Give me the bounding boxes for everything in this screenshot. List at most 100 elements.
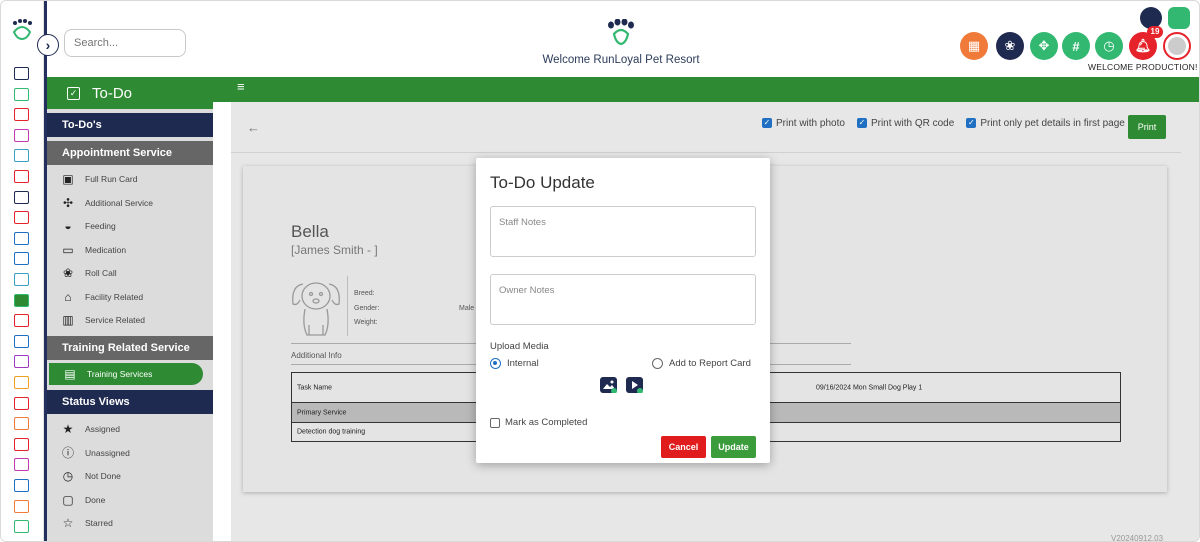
- section-appointment-service[interactable]: Appointment Service: [47, 141, 213, 165]
- monitor-icon[interactable]: [14, 87, 29, 101]
- sidebar-item-done[interactable]: ▢ Done: [61, 491, 105, 509]
- sidebar-item-unassigned[interactable]: ⓘ Unassigned: [61, 444, 130, 462]
- today-icon[interactable]: [14, 190, 29, 204]
- calendar-icon: ▦: [967, 38, 981, 53]
- weight-label: Weight:: [354, 319, 378, 326]
- paw-button[interactable]: ❀: [996, 32, 1024, 60]
- internal-label: Internal: [507, 358, 539, 369]
- sidebar-item-service-related[interactable]: ▥ Service Related: [61, 311, 145, 329]
- store-icon[interactable]: [14, 170, 29, 183]
- sidebar-item-label: Not Done: [85, 471, 121, 481]
- checkbox-icon: ✓: [67, 86, 80, 100]
- expand-button[interactable]: ✥: [1030, 32, 1058, 60]
- section-todos[interactable]: To-Do's: [47, 113, 213, 137]
- sidebar-item-starred[interactable]: ☆ Starred: [61, 514, 113, 532]
- calendar-button[interactable]: ▦: [960, 32, 988, 60]
- task-row-name: Detection dog training: [297, 428, 366, 436]
- sidebar-item-label: Unassigned: [85, 447, 130, 458]
- star-icon: ★: [62, 422, 74, 436]
- divider: [231, 152, 1181, 153]
- sidebar-item-label: Facility Related: [85, 291, 144, 302]
- print-options: ✓ Print with photo ✓ Print with QR code ✓ P…: [762, 118, 1125, 129]
- calendar-icon[interactable]: [14, 108, 29, 122]
- sidebar-item-assigned[interactable]: ★ Assigned: [61, 420, 120, 438]
- check-icon[interactable]: [14, 396, 29, 410]
- clock-icon: ◷: [62, 469, 74, 483]
- card-icon: ▣: [62, 172, 74, 186]
- sidebar-item-training-services[interactable]: ▤ Training Services: [49, 363, 203, 385]
- clock-button[interactable]: ◷: [1095, 32, 1123, 60]
- checkbox-checked-icon: ✓: [856, 118, 867, 129]
- notification-badge: 19: [1147, 26, 1163, 38]
- sidebar-item-feeding[interactable]: ◒ Feeding: [61, 217, 115, 235]
- collapse-toggle-button[interactable]: ›: [37, 34, 59, 56]
- grid-icon[interactable]: [14, 273, 29, 286]
- sidebar-item-facility-related[interactable]: ⌂ Facility Related: [61, 288, 143, 306]
- sidebar-item-label: Medication: [85, 244, 127, 255]
- mark-completed-checkbox[interactable]: Mark as Completed: [490, 417, 587, 428]
- sidebar-item-not-done[interactable]: ◷ Not Done: [61, 467, 121, 485]
- update-button[interactable]: Update: [711, 436, 756, 458]
- barcode-icon: ▥: [62, 313, 74, 327]
- add-to-report-label: Add to Report Card: [669, 358, 751, 369]
- runloyal-logo-icon[interactable]: [10, 19, 34, 41]
- clock-icon: ◷: [1103, 38, 1115, 53]
- search-input[interactable]: [64, 29, 186, 57]
- sidebar-title-bar: ✓ To-Do: [47, 77, 213, 109]
- gender-value: Male: [459, 305, 475, 312]
- user-icon[interactable]: [14, 417, 29, 431]
- print-first-page-option[interactable]: ✓ Print only pet details in first page: [966, 118, 1125, 129]
- print-button[interactable]: Print: [1128, 115, 1166, 139]
- sidebar-item-full-run-card[interactable]: ▣ Full Run Card: [61, 170, 137, 188]
- sidebar-item-additional-service[interactable]: ✣ Additional Service: [61, 194, 153, 212]
- upload-video-icon[interactable]: [626, 377, 643, 394]
- page-header-bar: ≡: [47, 77, 1199, 102]
- calendar-icon[interactable]: [14, 231, 29, 245]
- hamburger-menu-icon[interactable]: ≡: [237, 79, 245, 94]
- task-name-header: Task Name: [297, 384, 333, 391]
- chart-icon[interactable]: [14, 520, 29, 534]
- schedule-icon[interactable]: [14, 252, 29, 266]
- sidebar-item-label: Training Services: [87, 369, 153, 379]
- upload-image-icon[interactable]: [600, 377, 617, 394]
- back-arrow-icon[interactable]: ←: [247, 120, 260, 135]
- dog-walk-icon[interactable]: [14, 128, 29, 142]
- chat-app-icon[interactable]: [1168, 7, 1190, 29]
- sidebar-item-label: Full Run Card: [85, 174, 138, 184]
- print-with-qr-label: Print with QR code: [870, 118, 955, 129]
- report-icon[interactable]: [14, 314, 29, 328]
- home-icon[interactable]: [14, 67, 29, 80]
- task-date: 09/16/2024 Mon Small Dog Play 1: [816, 384, 923, 391]
- staff-notes-field[interactable]: [490, 206, 756, 257]
- sidebar-item-roll-call[interactable]: ❀ Roll Call: [61, 264, 117, 282]
- cancel-button[interactable]: Cancel: [661, 436, 706, 458]
- medicine-icon: ▭: [62, 242, 74, 257]
- todo-icon[interactable]: [14, 293, 29, 307]
- section-training-service[interactable]: Training Related Service: [47, 336, 213, 360]
- paw-icon[interactable]: [14, 376, 29, 389]
- profile-avatar-button[interactable]: [1163, 32, 1191, 60]
- internal-radio[interactable]: Internal: [490, 358, 539, 369]
- owner-notes-field[interactable]: [490, 274, 756, 325]
- print-with-photo-option[interactable]: ✓ Print with photo: [762, 118, 845, 129]
- modal-title: To-Do Update: [490, 173, 595, 192]
- print-with-qr-option[interactable]: ✓ Print with QR code: [856, 118, 955, 129]
- checkbox-checked-icon: ✓: [762, 118, 772, 129]
- radio-selected-icon: [490, 358, 501, 369]
- avatar-icon: [1168, 37, 1186, 55]
- thumbs-up-icon[interactable]: [14, 479, 29, 492]
- cart-icon[interactable]: [14, 334, 29, 348]
- star-outline-icon: ☆: [62, 516, 74, 530]
- sidebar-item-medication[interactable]: ▭ Medication: [61, 241, 126, 259]
- rocket-icon[interactable]: [14, 499, 29, 513]
- version-label: V20240912.03: [1111, 534, 1164, 542]
- calendar-icon: ▢: [62, 492, 74, 507]
- alert-icon[interactable]: [14, 211, 29, 225]
- section-status-views[interactable]: Status Views: [47, 390, 213, 414]
- image-icon[interactable]: [14, 458, 29, 472]
- group-icon[interactable]: [14, 149, 29, 163]
- add-to-report-radio[interactable]: Add to Report Card: [652, 358, 751, 369]
- hashtag-button[interactable]: #: [1062, 32, 1090, 60]
- award-icon[interactable]: [14, 355, 29, 369]
- chat-icon[interactable]: [14, 437, 29, 451]
